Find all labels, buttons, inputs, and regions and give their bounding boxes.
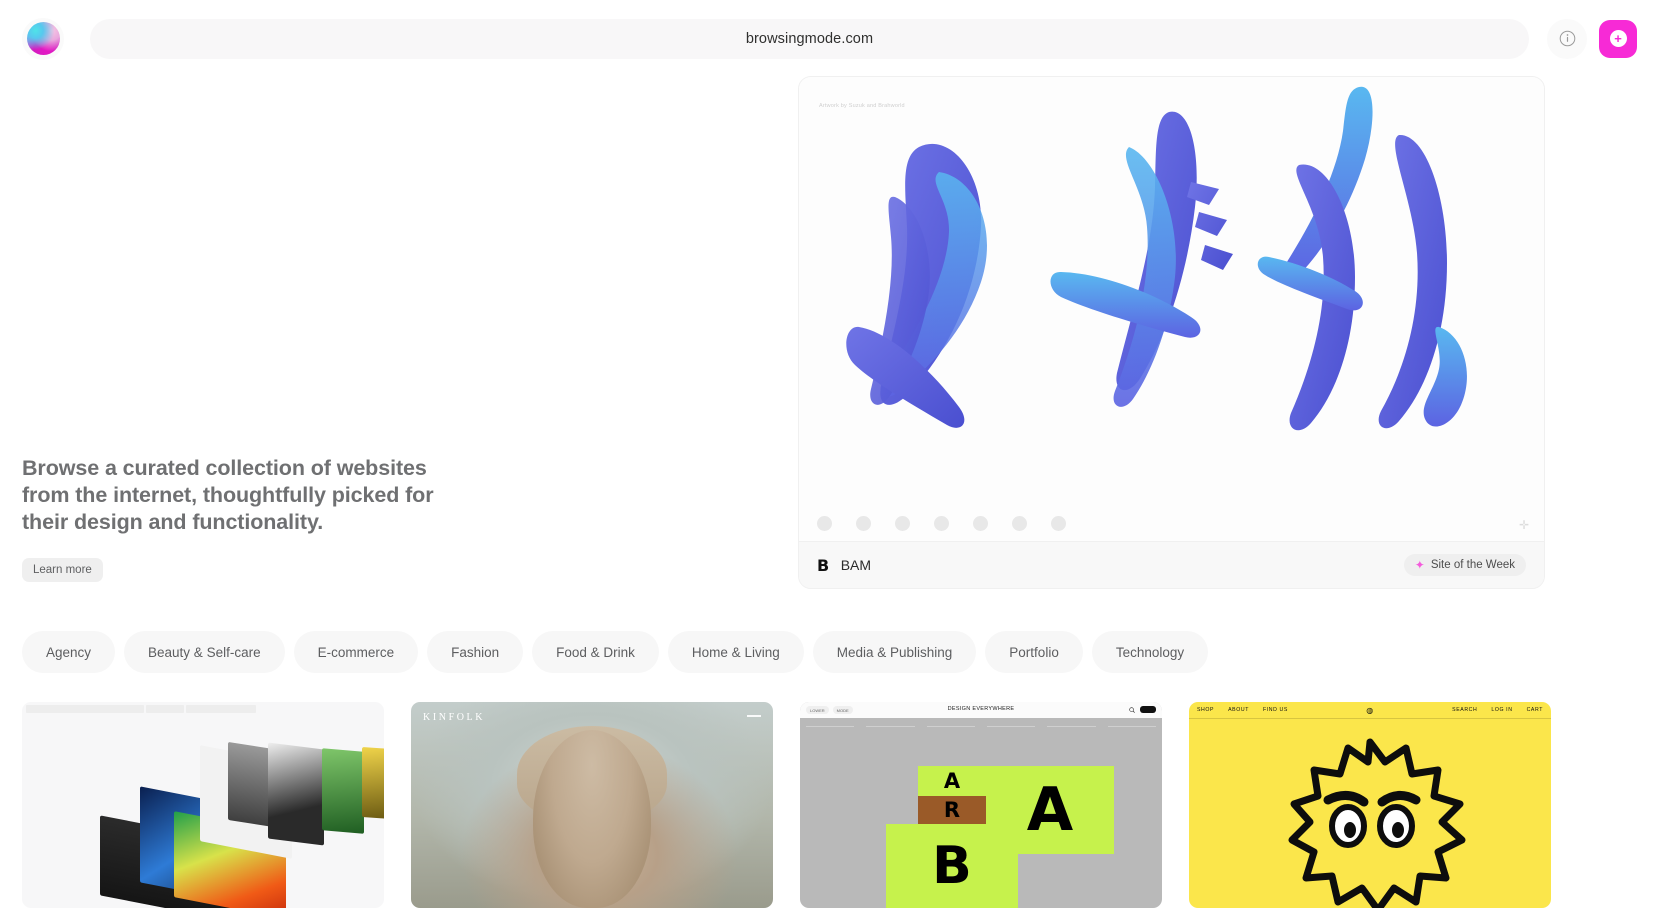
thumbnail-rule-row: [800, 726, 1162, 727]
nav-link-shop: SHOP: [1197, 707, 1215, 713]
gallery-slide: [362, 746, 384, 820]
plus-icon[interactable]: ✛: [1519, 519, 1529, 531]
thumbnail-top-bar: LOWER MODE DESIGN EVERYWHERE: [800, 702, 1162, 718]
nav-link-log-in: LOG IN: [1491, 707, 1513, 713]
site-thumbnail-design-everywhere[interactable]: LOWER MODE DESIGN EVERYWHERE A R A B: [800, 702, 1162, 908]
address-bar[interactable]: browsingmode.com: [90, 18, 1529, 59]
thumbnail-top-nav: SHOP ABOUT FIND US ◍ SEARCH LOG IN CART: [1189, 702, 1551, 719]
category-pill-e-commerce[interactable]: E-commerce: [293, 631, 419, 673]
nav-link-search: SEARCH: [1452, 707, 1478, 713]
plus-circle-icon: +: [1609, 30, 1627, 47]
status-badge-label: Site of the Week: [1430, 559, 1515, 571]
featured-artwork-stage: Artwork by Suzuk and Brahworld ✛: [799, 77, 1544, 541]
info-circle-icon: [1559, 30, 1575, 47]
thumbnail-mini-nav: [22, 702, 384, 716]
category-pill-home-living[interactable]: Home & Living: [667, 631, 804, 673]
category-pill-technology[interactable]: Technology: [1091, 631, 1209, 673]
learn-more-button[interactable]: Learn more: [22, 558, 103, 582]
bam-3d-artwork: [846, 86, 1467, 431]
bam-logo-icon: B: [817, 555, 829, 575]
kinfolk-wordmark: KINFOLK: [423, 712, 486, 723]
pagination-dot[interactable]: [856, 516, 871, 531]
nav-left-links: SHOP ABOUT FIND US: [1197, 707, 1288, 713]
site-thumbnail-yellow-shop[interactable]: SHOP ABOUT FIND US ◍ SEARCH LOG IN CART: [1189, 702, 1551, 908]
site-thumbnail-grid: KINFOLK LOWER MODE DESIGN EVERYWHERE A R…: [22, 702, 1551, 908]
nav-tag-right: MODE: [832, 706, 853, 714]
pagination-dot[interactable]: [817, 516, 832, 531]
gradient-orb-icon: [26, 22, 60, 55]
category-pill-beauty-self-care[interactable]: Beauty & Self-care: [124, 631, 285, 673]
pagination-dot[interactable]: [1012, 516, 1027, 531]
pagination-dot[interactable]: [973, 516, 988, 531]
sun-face-illustration: [1288, 738, 1466, 908]
letter-block-b: B: [886, 824, 1018, 908]
hero-text-block: Browse a curated collection of websites …: [22, 455, 452, 582]
pagination-dots[interactable]: [817, 516, 1066, 531]
thumbnail-title: DESIGN EVERYWHERE: [947, 706, 1015, 712]
featured-site-card[interactable]: Artwork by Suzuk and Brahworld ✛ B BAM ✦…: [798, 76, 1545, 589]
category-pill-portfolio[interactable]: Portfolio: [985, 631, 1083, 673]
nav-link-cart: CART: [1526, 707, 1543, 713]
featured-site-name: BAM: [840, 557, 872, 573]
category-pill-media-publishing[interactable]: Media & Publishing: [812, 631, 977, 673]
portrait-face: [533, 730, 651, 908]
letter-block-a1: A: [918, 766, 986, 796]
pagination-dot[interactable]: [895, 516, 910, 531]
cart-button: [1140, 706, 1156, 713]
category-pill-food-drink[interactable]: Food & Drink: [532, 631, 659, 673]
category-pill-fashion[interactable]: Fashion: [427, 631, 524, 673]
letter-block-r: R: [918, 796, 986, 824]
nav-link-find-us: FIND US: [1262, 707, 1288, 713]
star-icon: ✦: [1414, 558, 1425, 572]
category-pill-agency[interactable]: Agency: [22, 631, 116, 673]
page-title: Browse a curated collection of websites …: [22, 456, 434, 534]
hamburger-icon: [747, 715, 761, 717]
search-icon: [1129, 706, 1135, 713]
add-site-button[interactable]: +: [1599, 19, 1637, 58]
nav-right-links: SEARCH LOG IN CART: [1452, 707, 1543, 713]
nav-link-about: ABOUT: [1228, 707, 1249, 713]
site-thumbnail-kinfolk[interactable]: KINFOLK: [411, 702, 773, 908]
site-thumbnail-perspective-gallery[interactable]: [22, 702, 384, 908]
gallery-slide: [268, 742, 324, 846]
url-text: browsingmode.com: [745, 30, 874, 47]
browser-toolbar: browsingmode.com +: [0, 0, 1659, 77]
pagination-dot[interactable]: [1051, 516, 1066, 531]
nav-actions: [1129, 706, 1156, 713]
info-button[interactable]: [1547, 18, 1587, 59]
category-filter-bar: Agency Beauty & Self-care E-commerce Fas…: [22, 631, 1209, 673]
status-badge[interactable]: ✦ Site of the Week: [1403, 554, 1526, 576]
gallery-slide: [322, 748, 364, 834]
featured-card-footer: B BAM ✦ Site of the Week: [799, 541, 1544, 588]
pagination-dot[interactable]: [934, 516, 949, 531]
globe-icon: ◍: [1366, 705, 1374, 715]
nav-tag-left: LOWER: [806, 706, 829, 714]
brand-orb-button[interactable]: [22, 17, 64, 60]
